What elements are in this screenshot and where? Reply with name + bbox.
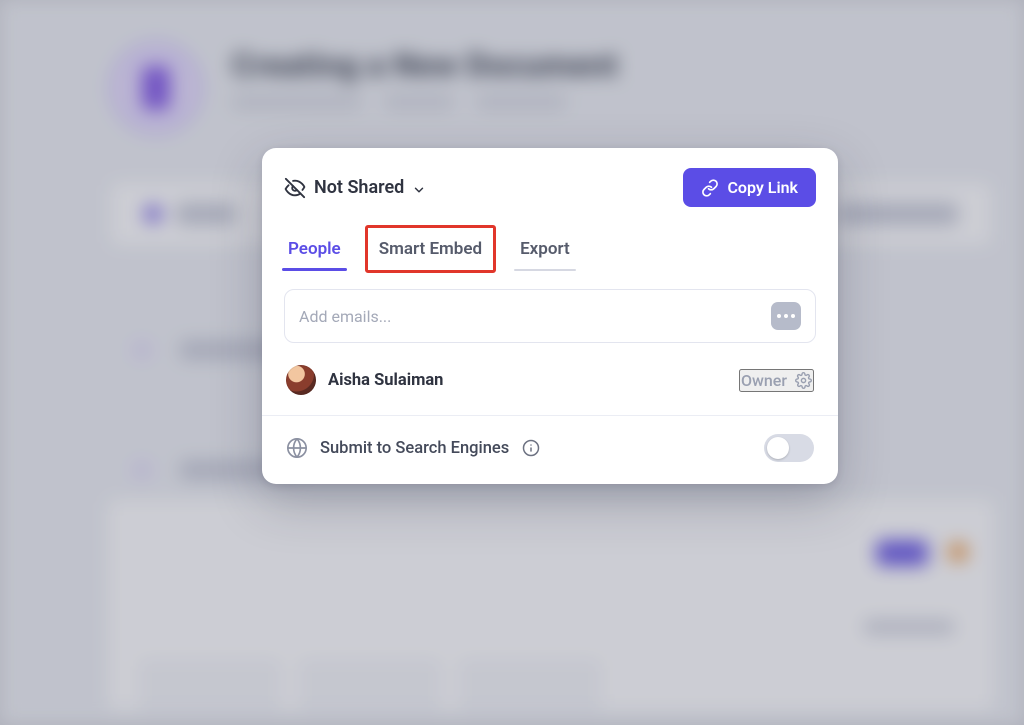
tab-smart-embed-label: Smart Embed [379, 239, 482, 259]
contacts-picker-button[interactable] [771, 302, 801, 330]
person-name: Aisha Sulaiman [328, 371, 443, 390]
avatar [286, 365, 316, 395]
tab-export-label: Export [520, 239, 570, 259]
gear-icon [795, 372, 812, 389]
copy-link-button[interactable]: Copy Link [683, 168, 816, 207]
email-field-wrapper[interactable] [284, 289, 816, 343]
modal-body: Aisha Sulaiman Owner [262, 271, 838, 484]
info-tooltip-trigger[interactable] [521, 439, 540, 458]
chevron-down-icon [412, 181, 426, 195]
share-status-dropdown[interactable]: Not Shared [284, 177, 426, 199]
modal-header: Not Shared Copy Link [262, 148, 838, 221]
email-input[interactable] [299, 307, 761, 326]
info-icon [522, 439, 540, 457]
role-dropdown[interactable]: Owner [739, 369, 814, 392]
toggle-knob [767, 437, 789, 459]
eye-off-icon [284, 177, 306, 199]
person-row: Aisha Sulaiman Owner [284, 343, 816, 415]
tabs: People Smart Embed Export [262, 221, 838, 271]
tab-people[interactable]: People [284, 229, 345, 271]
submit-search-toggle[interactable] [764, 434, 814, 462]
globe-icon [286, 437, 308, 459]
share-modal: Not Shared Copy Link People Smart Embed … [262, 148, 838, 484]
copy-link-label: Copy Link [727, 178, 798, 197]
submit-search-row: Submit to Search Engines [284, 416, 816, 484]
person-role-label: Owner [741, 371, 787, 390]
share-status-label: Not Shared [314, 177, 404, 198]
tab-export[interactable]: Export [516, 229, 574, 271]
tab-smart-embed[interactable]: Smart Embed [375, 229, 486, 271]
submit-search-label: Submit to Search Engines [320, 439, 509, 458]
ellipsis-icon [777, 314, 795, 318]
tab-people-label: People [288, 239, 341, 259]
link-icon [701, 179, 719, 197]
